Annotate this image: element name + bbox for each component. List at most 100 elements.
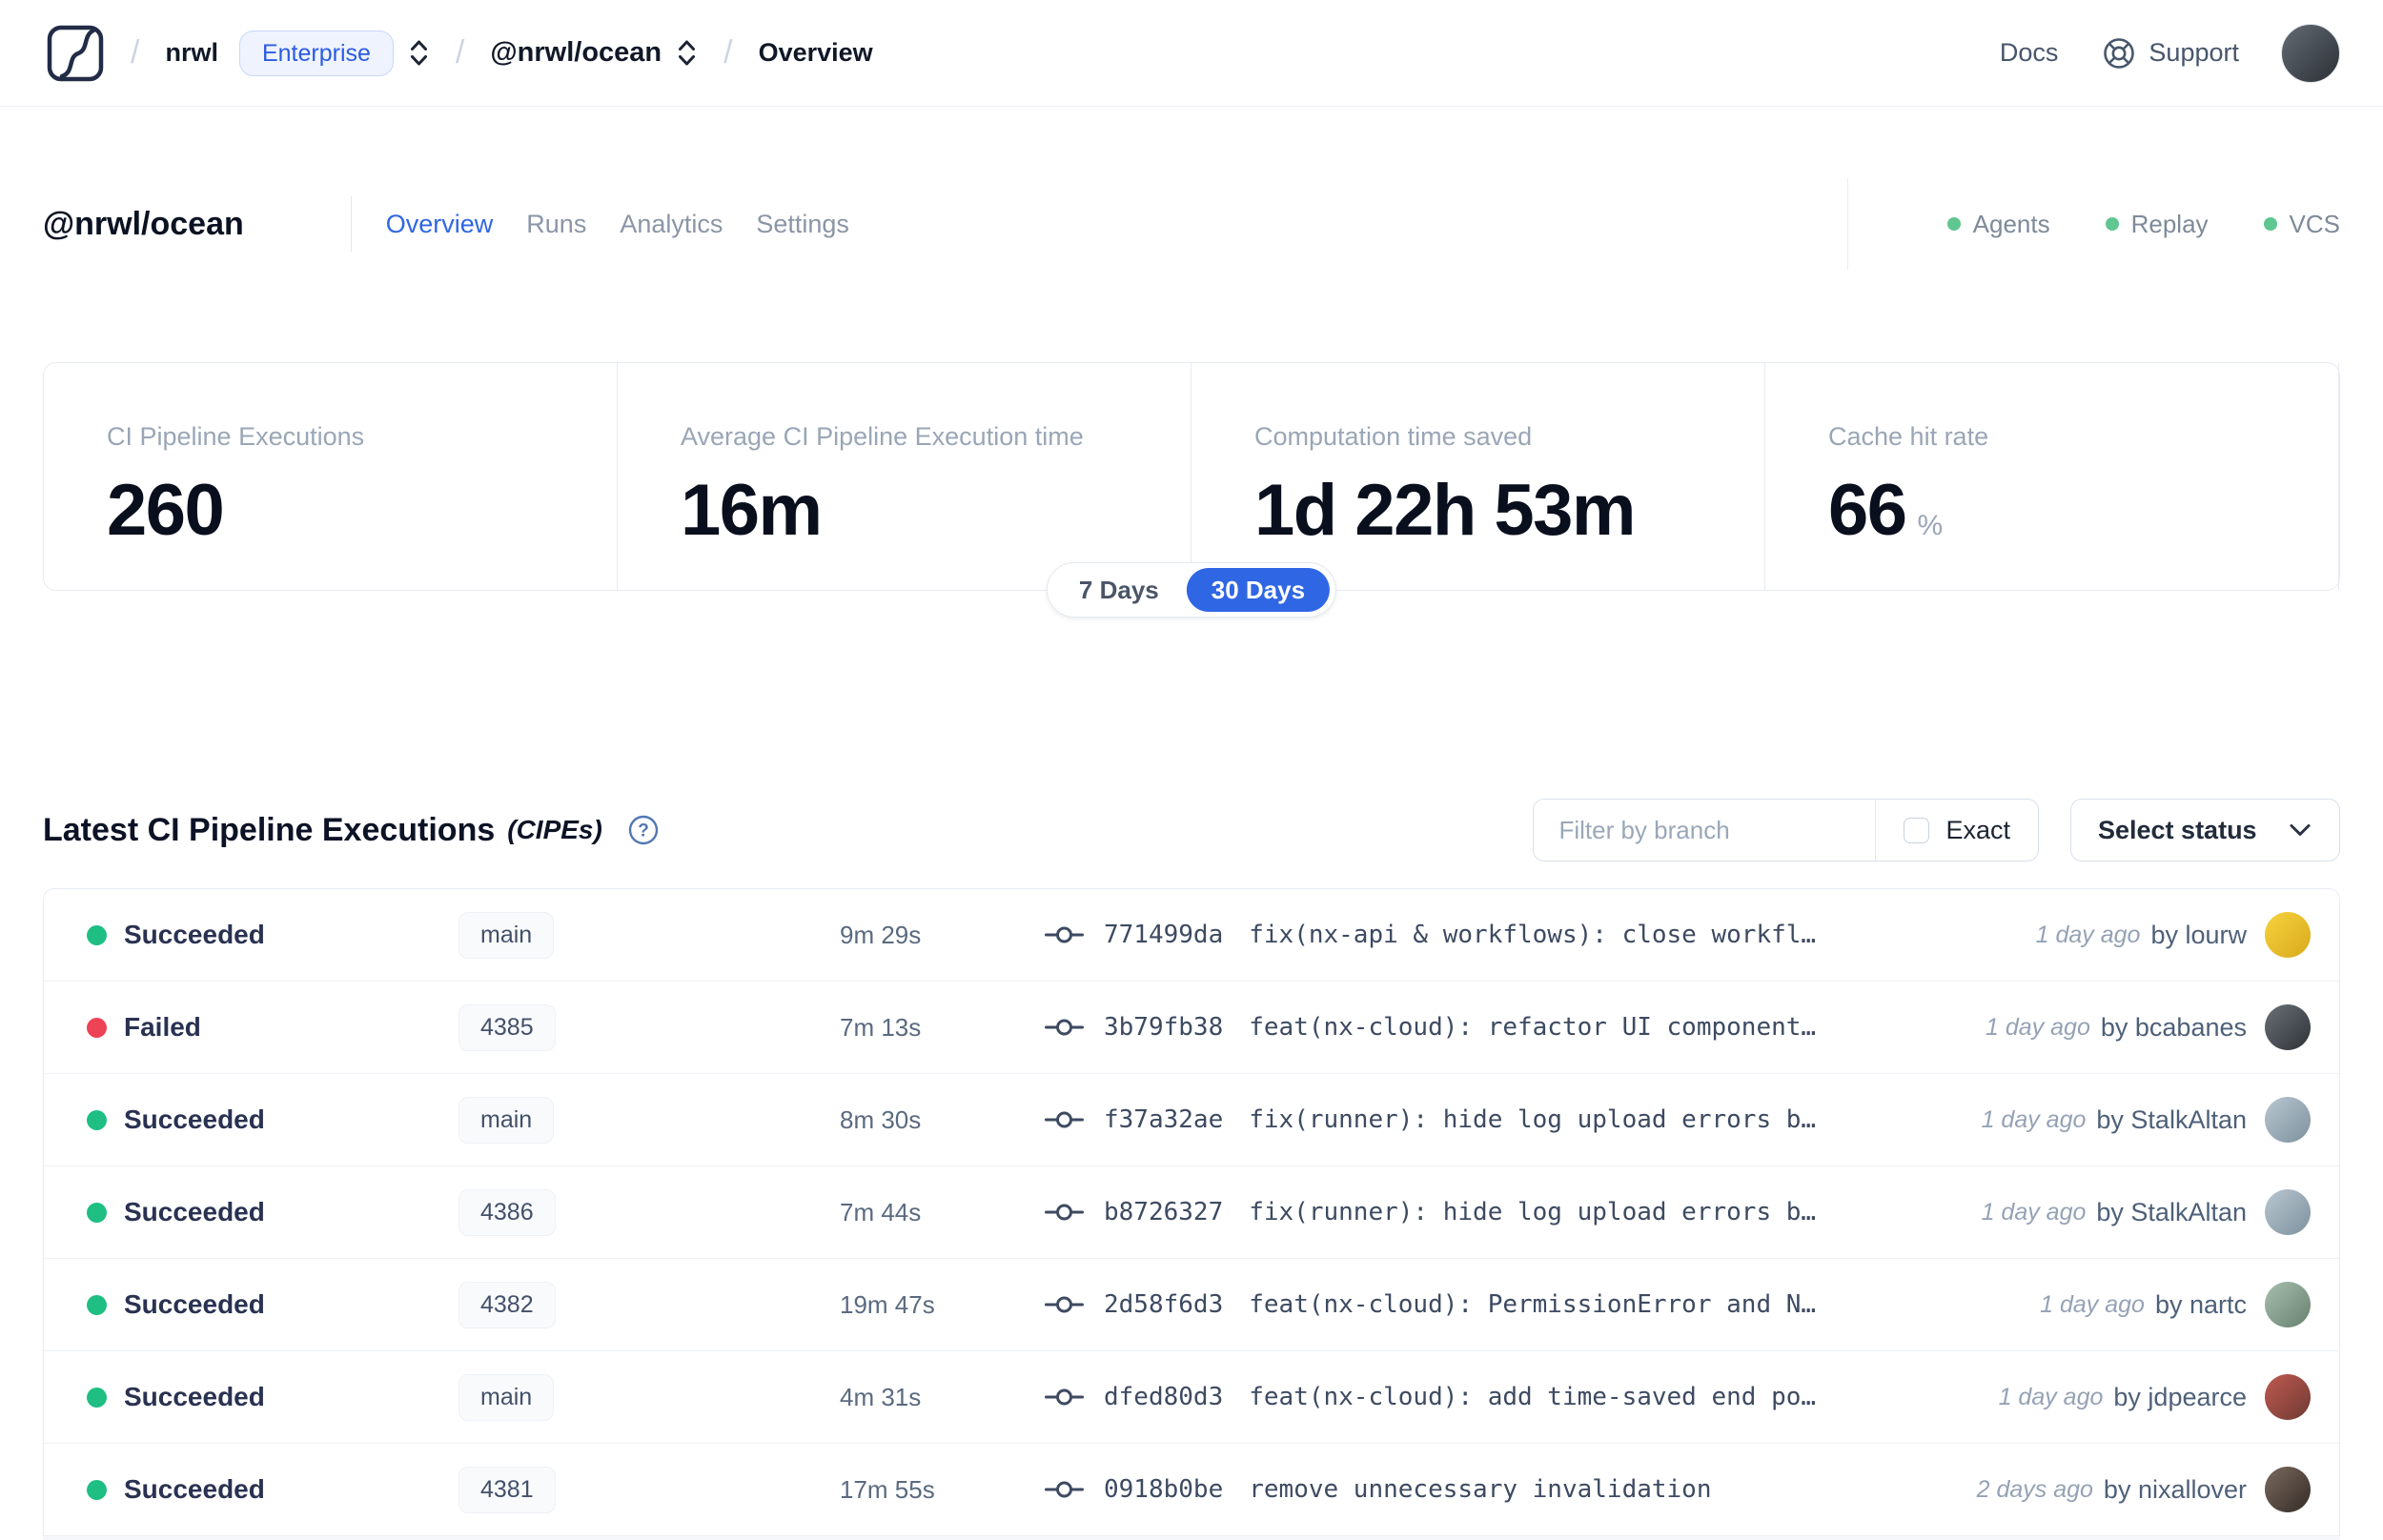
time-ago: 2 days ago bbox=[1976, 1475, 2093, 1503]
cipe-row[interactable]: Succeeded 4386 7m 44s b8726327 fix(runne… bbox=[44, 1166, 2339, 1259]
exact-filter: Exact bbox=[1875, 800, 2038, 861]
stat-value: 1d 22h 53m bbox=[1254, 470, 1637, 551]
workspace-switcher-icon[interactable] bbox=[676, 37, 698, 69]
git-commit-icon bbox=[1045, 1111, 1084, 1128]
branch-badge[interactable]: main bbox=[458, 911, 555, 959]
git-commit-icon bbox=[1045, 1481, 1084, 1498]
tab-analytics[interactable]: Analytics bbox=[620, 210, 723, 239]
branch-cell: 4385 bbox=[458, 1003, 840, 1051]
status-dot-icon bbox=[87, 924, 107, 945]
branch-cell: 4381 bbox=[458, 1466, 840, 1513]
meta-cell: 1 day ago by bcabanes bbox=[1986, 1004, 2311, 1050]
integration-replay[interactable]: Replay bbox=[2105, 210, 2209, 239]
exact-checkbox[interactable] bbox=[1904, 817, 1930, 843]
stat-card-average-execution-time: Average CI Pipeline Execution time 16m bbox=[618, 363, 1192, 590]
range-option-30-days[interactable]: 30 Days bbox=[1186, 568, 1331, 612]
meta-cell: 1 day ago by StalkAltan bbox=[1982, 1189, 2311, 1235]
git-commit-icon bbox=[1045, 1296, 1084, 1313]
commit-hash[interactable]: dfed80d3 bbox=[1104, 1383, 1223, 1411]
commit-author: by bcabanes bbox=[2100, 1012, 2247, 1042]
duration: 9m 29s bbox=[840, 920, 922, 949]
cipe-row[interactable]: Succeeded main 9m 29s 771499da fix(nx-ap… bbox=[44, 889, 2339, 982]
commit-hash[interactable]: 771499da bbox=[1104, 921, 1223, 949]
commit-author: by nixallover bbox=[2103, 1474, 2247, 1504]
docs-link[interactable]: Docs bbox=[2000, 38, 2059, 68]
org-switcher-icon[interactable] bbox=[408, 37, 430, 69]
time-ago: 1 day ago bbox=[2035, 921, 2141, 948]
commit-hash[interactable]: 2d58f6d3 bbox=[1104, 1290, 1223, 1319]
nx-cloud-logo-icon[interactable] bbox=[46, 24, 105, 83]
branch-badge[interactable]: 4385 bbox=[458, 1003, 556, 1051]
commit-hash[interactable]: b8726327 bbox=[1104, 1198, 1223, 1226]
cipe-row[interactable]: Failed 4385 7m 13s 3b79fb38 feat(nx-clou… bbox=[44, 982, 2339, 1074]
branch-badge[interactable]: main bbox=[458, 1373, 555, 1421]
tab-runs[interactable]: Runs bbox=[526, 210, 586, 239]
chevron-down-icon bbox=[2290, 824, 2311, 836]
status-cell: Succeeded bbox=[87, 1197, 458, 1227]
status-dot-icon bbox=[87, 1017, 107, 1038]
commit-cell: 0918b0be remove unnecessary invalidation bbox=[1045, 1475, 1954, 1504]
workspace-header: @nrwl/ocean Overview Runs Analytics Sett… bbox=[0, 178, 2383, 270]
nx-cloud-dashboard: / nrwl Enterprise / @nrwl/ocean / Overvi… bbox=[0, 0, 2383, 1540]
status-dot-icon bbox=[87, 1294, 107, 1315]
duration: 17m 55s bbox=[840, 1474, 935, 1504]
tab-settings[interactable]: Settings bbox=[756, 210, 849, 239]
commit-author: by StalkAltan bbox=[2096, 1197, 2247, 1226]
status-dot-icon bbox=[1946, 217, 1961, 231]
cipe-row[interactable]: Succeeded main 8m 30s f37a32ae fix(runne… bbox=[44, 1074, 2339, 1166]
git-commit-icon bbox=[1045, 1019, 1084, 1036]
stat-card-ci-pipeline-executions: CI Pipeline Executions 260 bbox=[44, 363, 618, 590]
branch-cell: 4386 bbox=[458, 1188, 840, 1236]
meta-cell: 1 day ago by nartc bbox=[2040, 1282, 2311, 1327]
status-select-label: Select status bbox=[2098, 815, 2257, 844]
stats-cards: CI Pipeline Executions 260 Average CI Pi… bbox=[43, 362, 2340, 618]
branch-badge[interactable]: main bbox=[458, 1096, 555, 1144]
commit-hash[interactable]: 3b79fb38 bbox=[1104, 1013, 1223, 1042]
user-avatar[interactable] bbox=[2281, 23, 2340, 83]
commit-author: by StalkAltan bbox=[2096, 1104, 2247, 1134]
status-label: Failed bbox=[124, 1012, 201, 1042]
stat-card-computation-time-saved: Computation time saved 1d 22h 53m bbox=[1192, 363, 1765, 590]
git-commit-icon bbox=[1045, 926, 1084, 943]
branch-badge[interactable]: 4386 bbox=[458, 1188, 556, 1236]
stat-value: 66 bbox=[1828, 470, 1907, 551]
status-cell: Failed bbox=[87, 1012, 458, 1043]
breadcrumb-org[interactable]: nrwl bbox=[165, 38, 218, 68]
status-label: Succeeded bbox=[124, 1197, 265, 1226]
cipe-row[interactable]: Succeeded main 4m 31s dfed80d3 feat(nx-c… bbox=[44, 1351, 2339, 1444]
status-select[interactable]: Select status bbox=[2070, 799, 2340, 861]
commit-hash[interactable]: f37a32ae bbox=[1104, 1105, 1223, 1134]
integration-agents[interactable]: Agents bbox=[1946, 210, 2050, 239]
cipe-table: Succeeded main 9m 29s 771499da fix(nx-ap… bbox=[43, 888, 2340, 1536]
status-label: Succeeded bbox=[124, 1474, 265, 1504]
status-cell: Succeeded bbox=[87, 1289, 458, 1320]
breadcrumb-workspace[interactable]: @nrwl/ocean bbox=[490, 37, 662, 69]
branch-cell: 4382 bbox=[458, 1281, 840, 1328]
support-link[interactable]: Support bbox=[2102, 36, 2239, 71]
branch-cell: main bbox=[458, 1373, 840, 1421]
duration: 8m 30s bbox=[840, 1104, 922, 1134]
branch-filter-input[interactable] bbox=[1534, 800, 1876, 861]
meta-cell: 1 day ago by jdpearce bbox=[1999, 1374, 2311, 1420]
branch-badge[interactable]: 4381 bbox=[458, 1466, 556, 1513]
status-cell: Succeeded bbox=[87, 1382, 458, 1412]
author-avatar bbox=[2265, 1004, 2311, 1050]
commit-message: feat(nx-cloud): PermissionError and N… bbox=[1249, 1290, 1817, 1319]
range-option-7-days[interactable]: 7 Days bbox=[1053, 568, 1185, 612]
cipe-row[interactable]: Succeeded 4382 19m 47s 2d58f6d3 feat(nx-… bbox=[44, 1259, 2339, 1351]
commit-hash[interactable]: 0918b0be bbox=[1104, 1475, 1223, 1504]
duration: 19m 47s bbox=[840, 1289, 935, 1319]
branch-badge[interactable]: 4382 bbox=[458, 1281, 556, 1328]
status-label: Succeeded bbox=[124, 1289, 265, 1319]
breadcrumb-separator: / bbox=[455, 34, 465, 71]
integration-vcs[interactable]: VCS bbox=[2263, 210, 2340, 239]
commit-author: by jdpearce bbox=[2113, 1382, 2247, 1411]
commit-cell: 3b79fb38 feat(nx-cloud): refactor UI com… bbox=[1045, 1013, 1963, 1042]
cipe-row[interactable]: Succeeded 4381 17m 55s 0918b0be remove u… bbox=[44, 1444, 2339, 1536]
status-label: Succeeded bbox=[124, 920, 265, 949]
help-icon[interactable]: ? bbox=[627, 814, 660, 846]
commit-author: by nartc bbox=[2154, 1289, 2247, 1319]
stat-suffix: % bbox=[1917, 510, 1944, 541]
status-dot-icon bbox=[87, 1387, 107, 1408]
tab-overview[interactable]: Overview bbox=[386, 210, 494, 239]
